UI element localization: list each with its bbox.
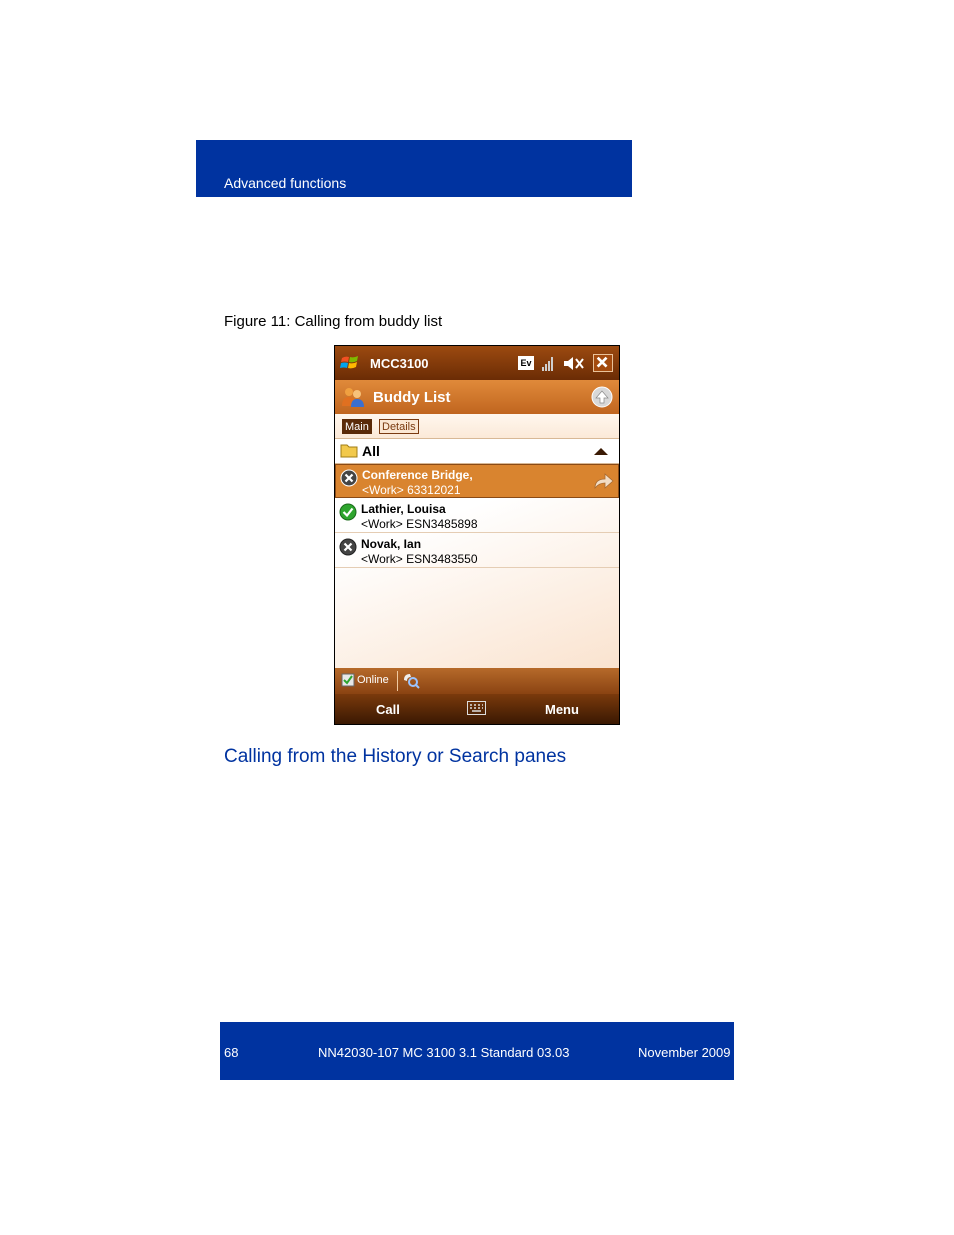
buddy-list: Conference Bridge, <Work> 63312021 Lathi… bbox=[335, 464, 619, 668]
section-name: Advanced functions bbox=[224, 175, 347, 191]
tab-bar: Main Details bbox=[335, 414, 619, 439]
ev-network-icon[interactable]: Ev bbox=[518, 356, 534, 370]
buddy-number: <Work> 63312021 bbox=[362, 483, 461, 497]
offline-status-icon bbox=[339, 538, 357, 556]
offline-status-icon bbox=[340, 469, 358, 487]
tab-details[interactable]: Details bbox=[379, 419, 419, 434]
search-phone-icon[interactable] bbox=[402, 672, 420, 689]
call-arrow-icon[interactable] bbox=[593, 472, 615, 490]
buddy-name: Novak, Ian bbox=[361, 537, 422, 551]
phone-titlebar: MCC3100 Ev bbox=[335, 346, 619, 380]
close-button[interactable] bbox=[593, 354, 613, 372]
buddy-number: <Work> ESN3485898 bbox=[361, 517, 478, 531]
close-icon bbox=[596, 356, 608, 368]
phone-screenshot: MCC3100 Ev Buddy List Main Details All C… bbox=[334, 345, 620, 725]
buddy-name: Conference Bridge, bbox=[362, 468, 473, 482]
presence-online-icon[interactable] bbox=[341, 673, 355, 687]
presence-label[interactable]: Online bbox=[357, 674, 389, 686]
page-number: 68 bbox=[224, 1045, 239, 1060]
figure-caption: Figure 11: Calling from buddy list bbox=[224, 313, 443, 330]
collapse-arrow-icon[interactable] bbox=[594, 448, 608, 455]
group-label: All bbox=[362, 443, 380, 459]
menu-softkey[interactable]: Menu bbox=[545, 702, 579, 717]
windows-start-icon[interactable] bbox=[340, 354, 360, 372]
publish-date: November 2009 bbox=[638, 1045, 731, 1060]
online-status-icon bbox=[339, 503, 357, 521]
group-header-all[interactable]: All bbox=[335, 439, 619, 464]
phone-title: MCC3100 bbox=[370, 356, 429, 371]
up-arrow-icon[interactable] bbox=[591, 386, 613, 408]
buddy-number: <Work> ESN3483550 bbox=[361, 552, 478, 566]
keyboard-icon[interactable] bbox=[467, 701, 486, 715]
app-title: Buddy List bbox=[373, 389, 451, 406]
buddy-list-icon bbox=[342, 388, 364, 407]
footer-bar: 68 NN42030-107 MC 3100 3.1 Standard 03.0… bbox=[220, 1022, 734, 1080]
call-softkey[interactable]: Call bbox=[376, 702, 400, 717]
app-header: Buddy List bbox=[335, 380, 619, 414]
buddy-row-lathier-louisa[interactable]: Lathier, Louisa <Work> ESN3485898 bbox=[335, 499, 619, 533]
speaker-muted-icon[interactable] bbox=[563, 355, 585, 372]
divider bbox=[397, 671, 398, 691]
presence-bar: Online bbox=[335, 668, 619, 694]
section-heading: Calling from the History or Search panes bbox=[224, 746, 567, 767]
buddy-name: Lathier, Louisa bbox=[361, 502, 446, 516]
tab-main[interactable]: Main bbox=[342, 419, 372, 434]
buddy-row-novak-ian[interactable]: Novak, Ian <Work> ESN3483550 bbox=[335, 534, 619, 568]
signal-icon[interactable] bbox=[541, 355, 555, 372]
header-bar: Advanced functions bbox=[196, 140, 632, 197]
softkey-bar: Call Menu bbox=[335, 694, 619, 724]
document-id: NN42030-107 MC 3100 3.1 Standard 03.03 bbox=[318, 1045, 570, 1060]
buddy-row-conference-bridge[interactable]: Conference Bridge, <Work> 63312021 bbox=[335, 464, 619, 498]
folder-icon bbox=[340, 444, 358, 458]
